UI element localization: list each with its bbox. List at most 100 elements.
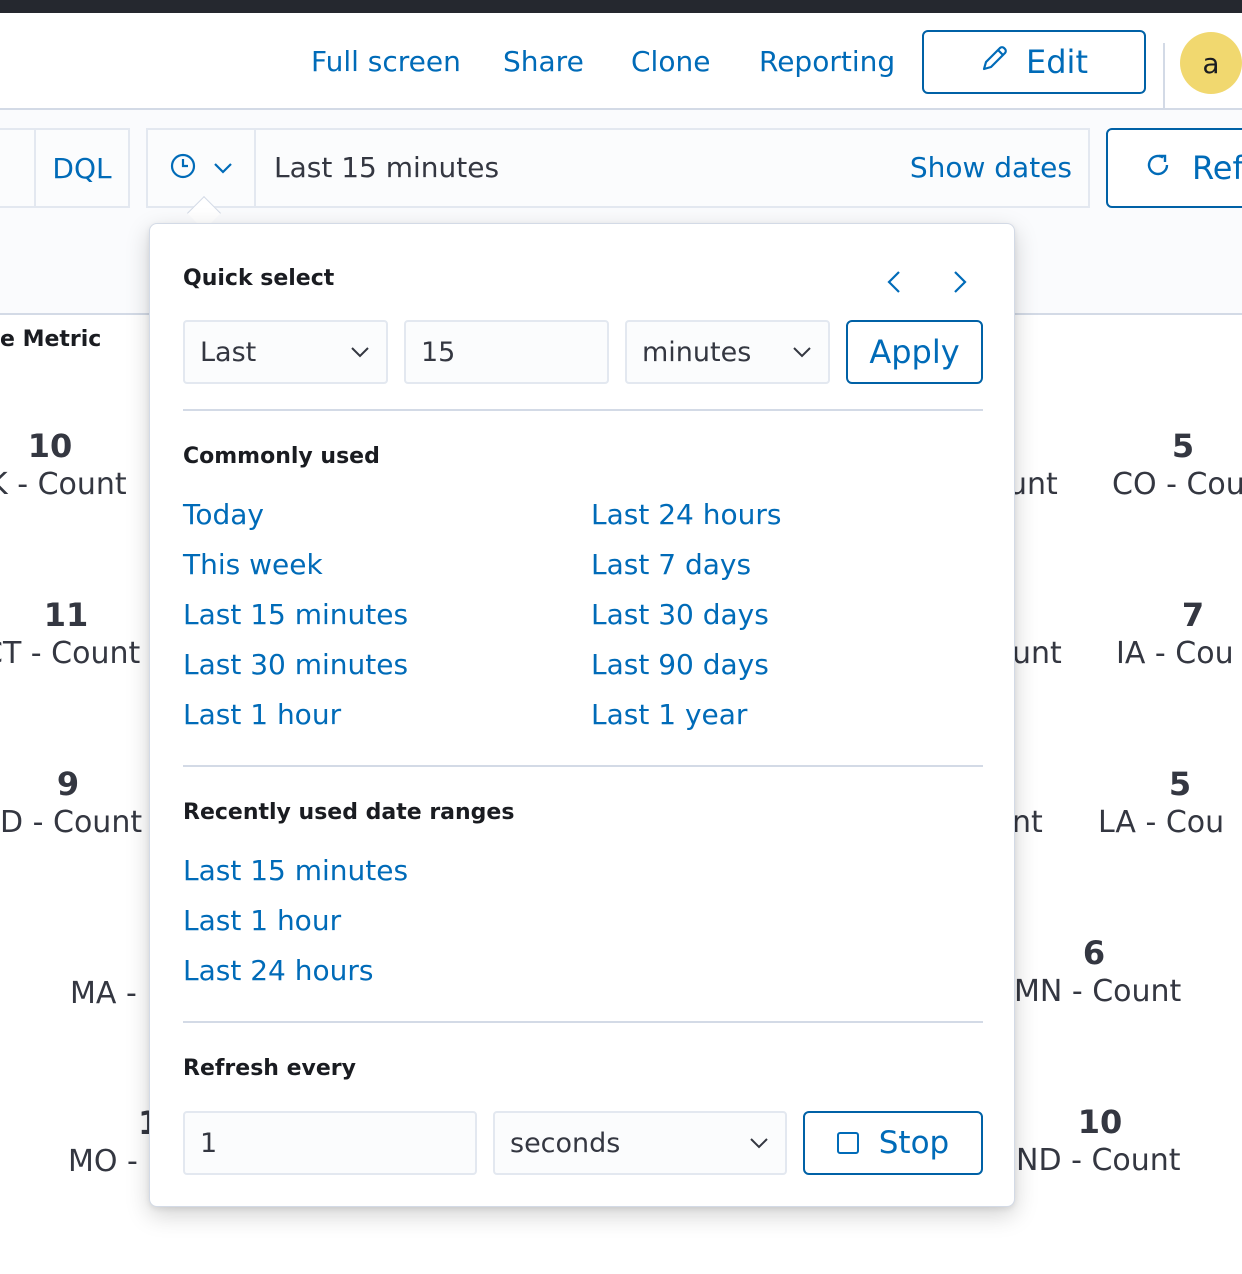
next-period-icon[interactable] [945, 268, 973, 296]
direction-select[interactable]: Last [183, 320, 388, 384]
recent-range-item[interactable]: Last 24 hours [183, 953, 373, 989]
top-dark-bar [0, 0, 1242, 13]
section-divider [183, 765, 983, 767]
header-divider [1163, 43, 1165, 109]
panel-title: e Metric [0, 327, 102, 352]
metric-value: 10 [1077, 1103, 1123, 1141]
metric-item: 6 [1034, 934, 1154, 972]
refresh-icon [1144, 149, 1172, 187]
refresh-interval-input[interactable]: 1 [183, 1111, 477, 1175]
metric-item: 5 [1138, 427, 1228, 465]
reporting-link[interactable]: Reporting [759, 44, 895, 80]
unit-select[interactable]: minutes [625, 320, 830, 384]
metric-label: ND - Count [1016, 1143, 1181, 1178]
user-avatar[interactable]: a [1180, 32, 1242, 94]
commonly-used-last-90-days[interactable]: Last 90 days [591, 647, 769, 683]
metric-item: nt [1012, 803, 1043, 843]
share-link[interactable]: Share [503, 44, 584, 80]
metric-item: 11 [6, 596, 126, 634]
avatar-initial: a [1202, 46, 1220, 80]
metric-item: 10 [0, 427, 110, 465]
chevron-down-icon [750, 1138, 768, 1149]
metric-label: LA - Cou [1098, 805, 1225, 840]
direction-value: Last [200, 336, 257, 368]
recent-range-item[interactable]: Last 15 minutes [183, 853, 408, 889]
clock-icon [169, 152, 197, 184]
metric-label: CT - Count [0, 636, 141, 671]
commonly-used-last-30-minutes[interactable]: Last 30 minutes [183, 647, 408, 683]
commonly-used-last-1-hour[interactable]: Last 1 hour [183, 697, 341, 733]
chevron-down-icon [213, 159, 233, 178]
refresh-button[interactable]: Ref [1106, 128, 1242, 208]
amount-input[interactable]: 15 [404, 320, 609, 384]
metric-item: K - Count [0, 465, 127, 505]
metric-value: 7 [1181, 596, 1205, 634]
edit-label: Edit [1026, 43, 1088, 81]
metric-value: 6 [1082, 934, 1106, 972]
refresh-unit-value: seconds [510, 1127, 621, 1159]
metric-item: D - Count [0, 803, 142, 843]
metric-value: 11 [43, 596, 89, 634]
metric-item: IA - Cou [1116, 634, 1234, 674]
refresh-interval-value: 1 [200, 1127, 218, 1159]
metric-item: unt [1008, 465, 1058, 505]
recent-range-item[interactable]: Last 1 hour [183, 903, 341, 939]
metric-item: 5 [1135, 765, 1225, 803]
quick-menu-button[interactable] [148, 130, 256, 206]
chevron-down-icon [793, 347, 811, 358]
refresh-label: Ref [1192, 149, 1242, 187]
time-range-display[interactable]: Last 15 minutes [274, 130, 499, 206]
query-input-box[interactable]: DQL [0, 128, 130, 208]
stop-refresh-button[interactable]: Stop [803, 1111, 983, 1175]
full-screen-link[interactable]: Full screen [311, 44, 461, 80]
commonly-used-last-1-year[interactable]: Last 1 year [591, 697, 747, 733]
unit-value: minutes [642, 336, 752, 368]
metric-label: IA - Cou [1116, 636, 1234, 671]
metric-label: D - Count [0, 805, 143, 840]
metric-item: unt [1012, 634, 1062, 674]
metric-label: MA - [70, 976, 137, 1011]
apply-button[interactable]: Apply [846, 320, 983, 384]
amount-value: 15 [421, 336, 456, 368]
pencil-icon [980, 43, 1010, 81]
edit-button[interactable]: Edit [922, 30, 1146, 94]
metric-item: CT - Count [0, 634, 140, 674]
metric-value: 5 [1168, 765, 1192, 803]
metric-item: 9 [8, 765, 128, 803]
commonly-used-today[interactable]: Today [183, 497, 264, 533]
section-divider [183, 1021, 983, 1023]
metric-label: nt [1012, 805, 1043, 840]
quick-select-popover: Quick select Last 15 minutes Apply Commo… [149, 223, 1015, 1207]
commonly-used-last-7-days[interactable]: Last 7 days [591, 547, 751, 583]
metric-item: MN - Count [1014, 972, 1181, 1012]
commonly-used-this-week[interactable]: This week [183, 547, 323, 583]
clone-link[interactable]: Clone [631, 44, 710, 80]
metric-item: LA - Cou [1098, 803, 1224, 843]
metric-label: CO - Cou [1112, 467, 1242, 502]
metric-label: unt [1012, 636, 1062, 671]
metric-value: 5 [1171, 427, 1195, 465]
dashboard-header: Full screen Share Clone Reporting Edit a [0, 13, 1242, 110]
metric-label: MN - Count [1014, 974, 1182, 1009]
metric-value: 10 [27, 427, 73, 465]
recently-used-title: Recently used date ranges [183, 800, 515, 825]
commonly-used-last-30-days[interactable]: Last 30 days [591, 597, 769, 633]
chevron-down-icon [351, 347, 369, 358]
metric-item: 10 [1040, 1103, 1160, 1141]
commonly-used-last-24-hours[interactable]: Last 24 hours [591, 497, 781, 533]
refresh-unit-select[interactable]: seconds [493, 1111, 787, 1175]
previous-period-icon[interactable] [881, 268, 909, 296]
metric-item: MA - [70, 974, 137, 1014]
metric-label: MO - [68, 1144, 138, 1179]
stop-icon [836, 1132, 859, 1154]
metric-item: ND - Count [1016, 1141, 1181, 1181]
metric-label: unt [1008, 467, 1058, 502]
stop-label: Stop [878, 1125, 950, 1161]
metric-value: 9 [56, 765, 80, 803]
refresh-every-title: Refresh every [183, 1056, 356, 1081]
commonly-used-last-15-minutes[interactable]: Last 15 minutes [183, 597, 408, 633]
show-dates-link[interactable]: Show dates [910, 130, 1072, 206]
metric-label: K - Count [0, 467, 127, 502]
metric-item: 7 [1148, 596, 1238, 634]
query-language-button[interactable]: DQL [36, 130, 128, 206]
